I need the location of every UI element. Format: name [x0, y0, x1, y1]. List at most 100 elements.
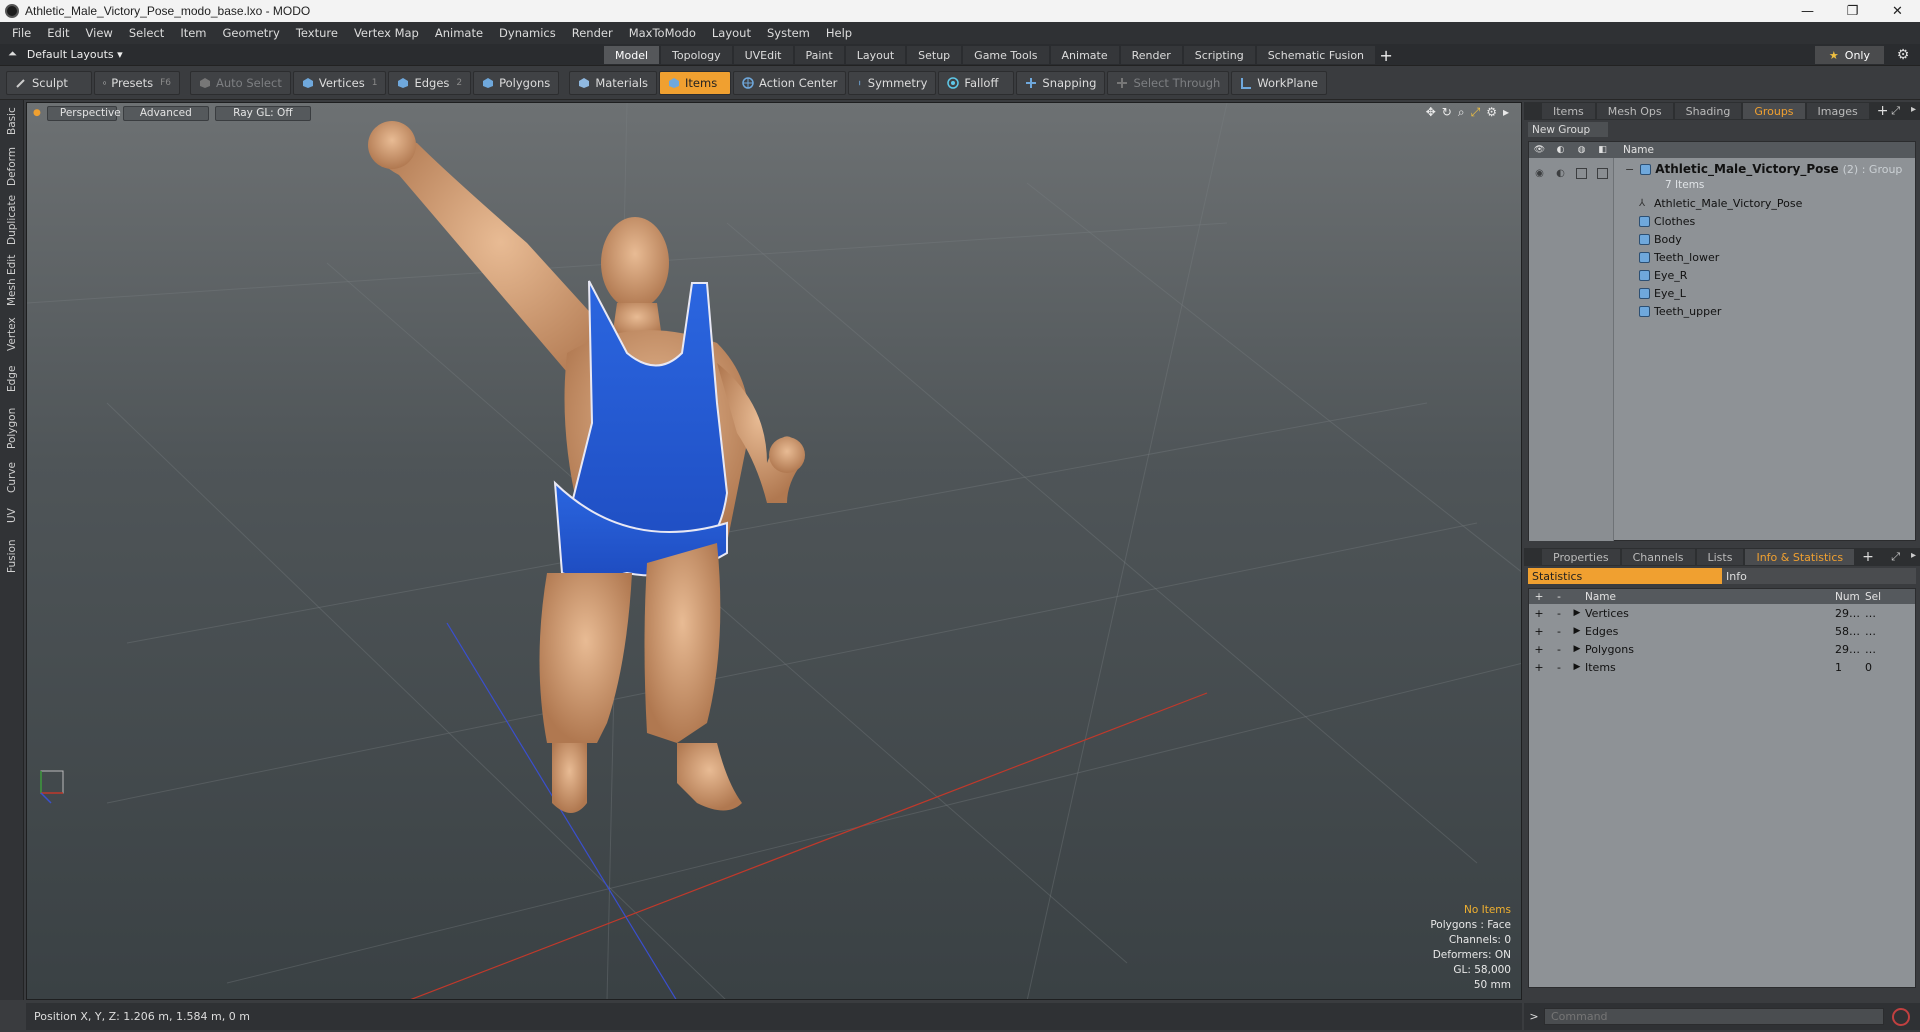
tab-basic[interactable]: Basic: [3, 104, 21, 138]
command-input[interactable]: [1544, 1008, 1884, 1025]
tab-scripting[interactable]: Scripting: [1183, 46, 1255, 64]
close-button[interactable]: ✕: [1875, 0, 1920, 22]
collapse-icon[interactable]: −: [1625, 163, 1634, 176]
tab-uvedit[interactable]: UVEdit: [733, 46, 793, 64]
tab-vertex[interactable]: Vertex: [3, 314, 21, 354]
subtab-info[interactable]: Info: [1722, 568, 1916, 584]
tab-duplicate[interactable]: Duplicate: [3, 194, 21, 246]
tab-setup[interactable]: Setup: [907, 46, 962, 64]
lock-checkbox[interactable]: [1576, 167, 1587, 179]
sculpt-button[interactable]: Sculpt: [6, 71, 92, 95]
tab-deform[interactable]: Deform: [3, 146, 21, 186]
tab-animate[interactable]: Animate: [1050, 46, 1119, 64]
menu-layout[interactable]: Layout: [704, 26, 759, 40]
symmetry-button[interactable]: Symmetry: [848, 71, 937, 95]
layout-selector[interactable]: Default Layouts ▾: [27, 48, 123, 61]
tab-shading[interactable]: Shading: [1674, 103, 1742, 119]
edges-button[interactable]: Edges 2: [388, 71, 472, 95]
row-add-icon[interactable]: +: [1529, 625, 1549, 638]
tab-mesh-ops[interactable]: Mesh Ops: [1596, 103, 1673, 119]
tab-polygon[interactable]: Polygon: [3, 404, 21, 452]
tree-item-teeth-lower[interactable]: Teeth_lower: [1639, 248, 1719, 266]
menu-file[interactable]: File: [4, 26, 39, 40]
snapping-button[interactable]: Snapping: [1016, 71, 1106, 95]
tree-item-teeth-upper[interactable]: Teeth_upper: [1639, 302, 1721, 320]
panel-arrow-icon[interactable]: ▸: [1911, 104, 1916, 115]
expand-row-icon[interactable]: ▶: [1569, 662, 1585, 672]
tab-model[interactable]: Model: [604, 46, 660, 64]
materials-button[interactable]: Materials: [569, 71, 658, 95]
expand-all-icon[interactable]: +: [1529, 591, 1549, 603]
tab-info-statistics[interactable]: Info & Statistics: [1745, 549, 1855, 565]
row-remove-icon[interactable]: -: [1549, 625, 1569, 638]
only-toggle[interactable]: ★ Only: [1814, 46, 1884, 64]
menu-help[interactable]: Help: [818, 26, 860, 40]
move-view-icon[interactable]: ✥: [1426, 105, 1436, 120]
viewport-settings-icon[interactable]: ⚙: [1486, 105, 1497, 120]
row-remove-icon[interactable]: -: [1549, 607, 1569, 620]
expand-panel-icon[interactable]: ⤢: [1891, 550, 1900, 564]
record-macro-icon[interactable]: [1892, 1007, 1910, 1026]
add-tab-icon[interactable]: +: [1377, 46, 1395, 65]
row-add-icon[interactable]: +: [1529, 643, 1549, 656]
table-row[interactable]: + - ▶ Edges 58… …: [1529, 622, 1915, 640]
row-remove-icon[interactable]: -: [1549, 643, 1569, 656]
tree-item-eye-r[interactable]: Eye_R: [1639, 266, 1687, 284]
menu-maxtomodo[interactable]: MaxToModo: [621, 26, 704, 40]
tab-schematic-fusion[interactable]: Schematic Fusion: [1256, 46, 1376, 64]
menu-select[interactable]: Select: [121, 26, 172, 40]
tab-topology[interactable]: Topology: [661, 46, 732, 64]
tab-curve[interactable]: Curve: [3, 460, 21, 496]
eye-icon[interactable]: ◉: [1529, 164, 1550, 182]
collapse-all-icon[interactable]: -: [1549, 591, 1569, 603]
tree-item-body[interactable]: Body: [1639, 230, 1682, 248]
minimize-button[interactable]: —: [1785, 0, 1830, 22]
action-center-button[interactable]: Action Center: [733, 71, 847, 95]
items-button[interactable]: Items: [659, 71, 732, 95]
tab-groups[interactable]: Groups: [1743, 103, 1805, 119]
viewport-arrow-icon[interactable]: ▸: [1503, 105, 1509, 120]
tab-game-tools[interactable]: Game Tools: [963, 46, 1049, 64]
menu-dynamics[interactable]: Dynamics: [491, 26, 564, 40]
auto-select-button[interactable]: Auto Select: [190, 71, 291, 95]
falloff-button[interactable]: Falloff: [938, 71, 1015, 95]
tab-uv[interactable]: UV: [3, 504, 21, 528]
menu-view[interactable]: View: [78, 26, 121, 40]
layout-toggle-icon[interactable]: ⏶: [8, 47, 17, 61]
table-row[interactable]: + - ▶ Items 1 0: [1529, 658, 1915, 676]
tab-layout[interactable]: Layout: [845, 46, 906, 64]
menu-edit[interactable]: Edit: [39, 26, 77, 40]
table-row[interactable]: + - ▶ Polygons 29… …: [1529, 640, 1915, 658]
rotate-view-icon[interactable]: ↻: [1442, 105, 1452, 120]
raygl-button[interactable]: Ray GL: Off: [214, 105, 311, 121]
add-panel-tab-icon[interactable]: +: [1856, 549, 1880, 565]
tree-item-locator[interactable]: ⅄ Athletic_Male_Victory_Pose: [1639, 194, 1802, 212]
menu-animate[interactable]: Animate: [427, 26, 491, 40]
expand-row-icon[interactable]: ▶: [1569, 644, 1585, 654]
row-add-icon[interactable]: +: [1529, 661, 1549, 674]
menu-system[interactable]: System: [759, 26, 818, 40]
workplane-button[interactable]: WorkPlane: [1231, 71, 1327, 95]
tab-render[interactable]: Render: [1120, 46, 1182, 64]
3d-viewport[interactable]: ● Perspective Advanced Ray GL: Off ✥ ↻ ⌕…: [26, 102, 1522, 1000]
expand-row-icon[interactable]: ▶: [1569, 608, 1585, 618]
tab-items[interactable]: Items: [1542, 103, 1595, 119]
maximize-button[interactable]: ❐: [1830, 0, 1875, 22]
select-checkbox[interactable]: [1597, 167, 1608, 179]
subtab-statistics[interactable]: Statistics: [1528, 568, 1722, 584]
menu-texture[interactable]: Texture: [288, 26, 346, 40]
expand-row-icon[interactable]: ▶: [1569, 626, 1585, 636]
tab-paint[interactable]: Paint: [794, 46, 844, 64]
menu-item[interactable]: Item: [172, 26, 214, 40]
menu-geometry[interactable]: Geometry: [215, 26, 288, 40]
zoom-view-icon[interactable]: ⌕: [1458, 105, 1465, 120]
row-add-icon[interactable]: +: [1529, 607, 1549, 620]
shading-mode-button[interactable]: Advanced: [122, 105, 209, 121]
render-toggle-icon[interactable]: ◐: [1550, 164, 1571, 182]
select-through-button[interactable]: Select Through: [1107, 71, 1230, 95]
presets-button[interactable]: Presets F6: [94, 71, 180, 95]
view-mode-button[interactable]: Perspective: [46, 105, 121, 121]
expand-panel-icon[interactable]: ⤢: [1891, 104, 1900, 118]
tab-fusion[interactable]: Fusion: [3, 536, 21, 576]
polygons-button[interactable]: Polygons: [473, 71, 560, 95]
